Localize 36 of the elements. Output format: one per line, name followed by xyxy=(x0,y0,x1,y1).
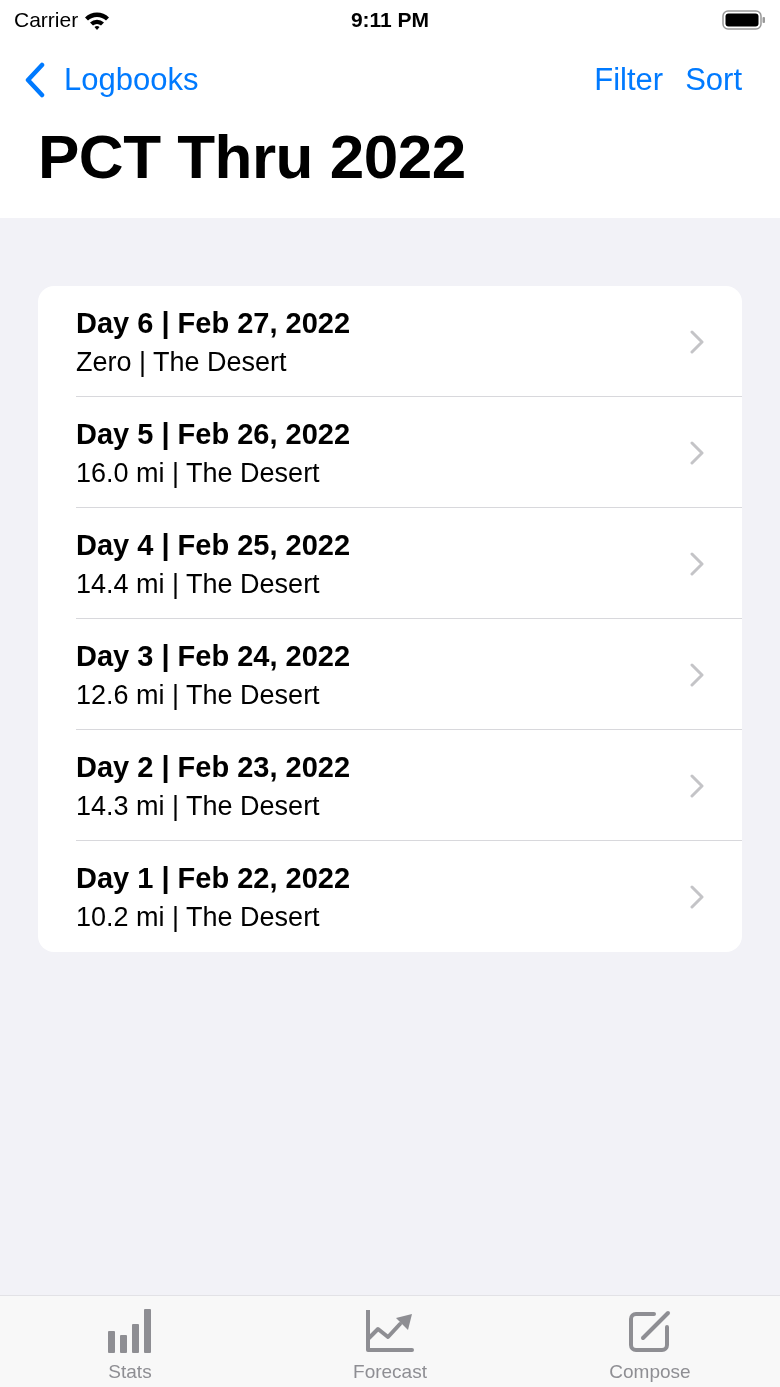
logbook-entry-row[interactable]: Day 1 | Feb 22, 2022 10.2 mi | The Desert xyxy=(38,841,742,952)
entry-subtitle: 16.0 mi | The Desert xyxy=(76,456,321,490)
nav-action-button[interactable]: Filter xyxy=(594,56,664,104)
logbook-entry-row[interactable]: Day 2 | Feb 23, 2022 14.3 mi | The Desert xyxy=(38,730,742,841)
logbook-entry-row[interactable]: Day 4 | Feb 25, 2022 14.4 mi | The Desert xyxy=(38,508,742,619)
battery-icon xyxy=(722,10,766,30)
carrier-label: Carrier xyxy=(14,7,79,34)
chevron-left-icon xyxy=(24,62,46,98)
entry-subtitle: 14.4 mi | The Desert xyxy=(76,567,321,601)
chevron-right-icon xyxy=(690,773,704,798)
entry-subtitle: Zero | The Desert xyxy=(76,345,288,379)
compose-icon xyxy=(628,1309,672,1353)
entry-subtitle: 10.2 mi | The Desert xyxy=(76,900,321,934)
logbook-entry-row[interactable]: Day 6 | Feb 27, 2022 Zero | The Desert xyxy=(38,286,742,397)
logbook-entry-row[interactable]: Day 3 | Feb 24, 2022 12.6 mi | The Desert xyxy=(38,619,742,730)
chevron-right-icon xyxy=(690,440,704,465)
chevron-right-icon xyxy=(690,551,704,576)
chevron-right-icon xyxy=(690,329,704,354)
entry-subtitle: 12.6 mi | The Desert xyxy=(76,678,321,712)
bar-chart-icon xyxy=(108,1309,152,1353)
entry-title: Day 5 | Feb 26, 2022 xyxy=(76,416,352,452)
back-button[interactable]: Logbooks xyxy=(24,56,199,104)
chevron-right-icon xyxy=(690,662,704,687)
entry-title: Day 6 | Feb 27, 2022 xyxy=(76,305,352,341)
wifi-icon xyxy=(84,10,111,30)
status-time: 9:11 PM xyxy=(350,7,430,34)
entry-title: Day 1 | Feb 22, 2022 xyxy=(76,860,352,896)
nav-action-button[interactable]: Sort xyxy=(685,56,742,104)
trend-chart-icon xyxy=(366,1310,414,1352)
chevron-right-icon xyxy=(690,884,704,909)
entry-subtitle: 14.3 mi | The Desert xyxy=(76,789,321,823)
entry-title: Day 3 | Feb 24, 2022 xyxy=(76,638,352,674)
entry-title: Day 2 | Feb 23, 2022 xyxy=(76,749,352,785)
entry-title: Day 4 | Feb 25, 2022 xyxy=(76,527,352,563)
logbook-entry-row[interactable]: Day 5 | Feb 26, 2022 16.0 mi | The Desert xyxy=(38,397,742,508)
page-title: PCT Thru 2022 xyxy=(38,121,466,193)
